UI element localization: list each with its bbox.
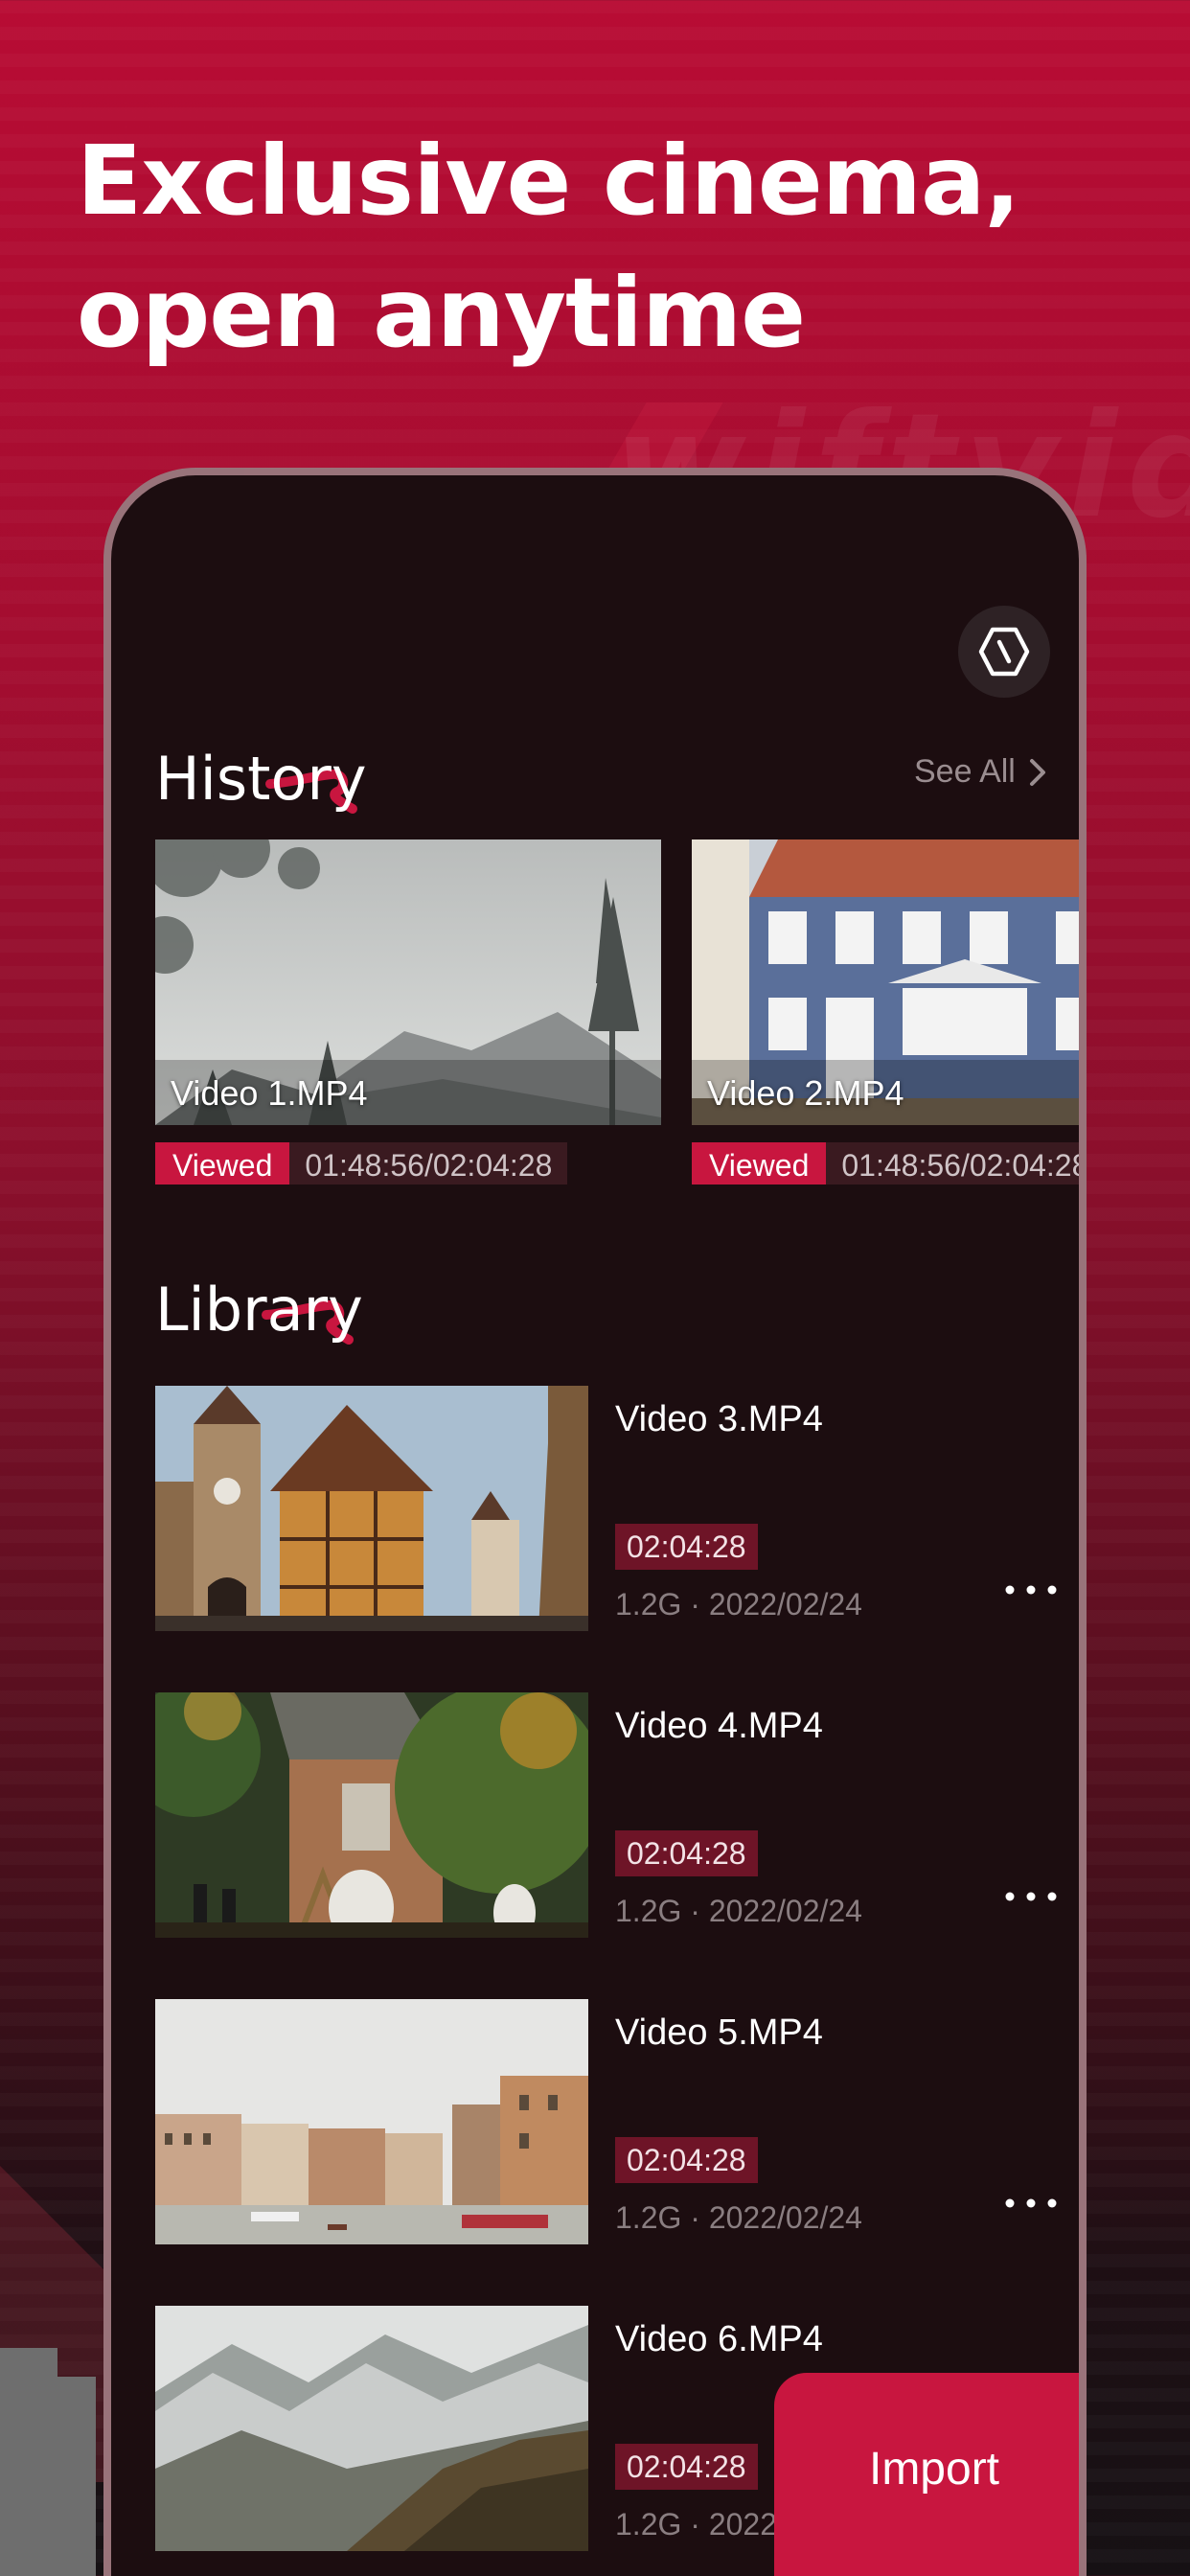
phone-frame: History See All Video 1.MP4 Viewed 01:48… [103,468,1087,2576]
duration-badge: 02:04:28 [615,1830,758,1876]
video-title: Video 2.MP4 [707,1073,904,1113]
video-title: Video 4.MP4 [615,1706,823,1746]
video-thumbnail[interactable] [155,1692,588,1938]
video-title: Video 6.MP4 [615,2319,823,2359]
viewed-badge: Viewed [155,1142,290,1184]
duration-badge: 02:04:28 [615,1524,758,1570]
library-title: Library [155,1275,363,1345]
history-card[interactable]: Video 1.MP4 Viewed 01:48:56/02:04:28 [155,840,661,1184]
snowy-mountain-image [155,2306,588,2551]
promo-headline: Exclusive cinema, open anytime [77,115,1020,380]
video-title: Video 3.MP4 [615,1399,823,1439]
video-thumbnail[interactable] [155,1999,588,2244]
video-title: Video 1.MP4 [171,1073,368,1113]
video-thumbnail[interactable] [155,2306,588,2551]
venice-canal-image [155,1999,588,2244]
library-item[interactable]: Video 3.MP4 02:04:28 1.2G · 2022/02/24 [155,1386,1057,1631]
duration-badge: 02:04:28 [615,2444,758,2490]
see-all-label: See All [914,753,1016,790]
see-all-link[interactable]: See All [914,753,1046,791]
history-title: History [155,744,367,814]
headline-line-2: open anytime [77,257,806,369]
more-options-icon[interactable] [1002,1576,1060,1604]
file-info: 1.2G · 2022/02/24 [615,1587,862,1622]
viewed-badge: Viewed [692,1142,827,1184]
progress-time: 01:48:56/02:04:28 [289,1142,568,1184]
library-item[interactable]: Video 4.MP4 02:04:28 1.2G · 2022/02/24 [155,1692,1057,1938]
garden-figures-image [155,1692,588,1938]
headline-line-1: Exclusive cinema, [77,125,1020,237]
progress-time: 01:48:56/02:04:28 [826,1142,1079,1184]
app-screen: History See All Video 1.MP4 Viewed 01:48… [111,475,1079,2576]
file-info: 1.2G · 2022/02/24 [615,2200,862,2235]
video-thumbnail[interactable]: Video 1.MP4 [155,840,661,1125]
hexagon-slash-icon [978,627,1030,677]
library-item[interactable]: Video 5.MP4 02:04:28 1.2G · 2022/02/24 [155,1999,1057,2244]
chevron-right-icon [1029,758,1045,786]
video-thumbnail[interactable]: Video 2.MP4 [692,840,1079,1125]
video-thumbnail[interactable] [155,1386,588,1631]
import-button[interactable]: Import [774,2373,1079,2576]
decorative-block [0,2377,96,2576]
watch-progress: Viewed 01:48:56/02:04:28 [692,1142,1079,1184]
file-info: 1.2G · 2022/02/24 [615,1894,862,1928]
settings-button[interactable] [958,606,1050,698]
video-title: Video 5.MP4 [615,2012,823,2053]
watch-progress: Viewed 01:48:56/02:04:28 [155,1142,568,1184]
old-town-image [155,1386,588,1631]
history-card[interactable]: Video 2.MP4 Viewed 01:48:56/02:04:28 [692,840,1079,1184]
more-options-icon[interactable] [1002,1882,1060,1911]
duration-badge: 02:04:28 [615,2137,758,2183]
history-carousel[interactable]: Video 1.MP4 Viewed 01:48:56/02:04:28 Vid… [155,840,1079,1184]
more-options-icon[interactable] [1002,2189,1060,2218]
